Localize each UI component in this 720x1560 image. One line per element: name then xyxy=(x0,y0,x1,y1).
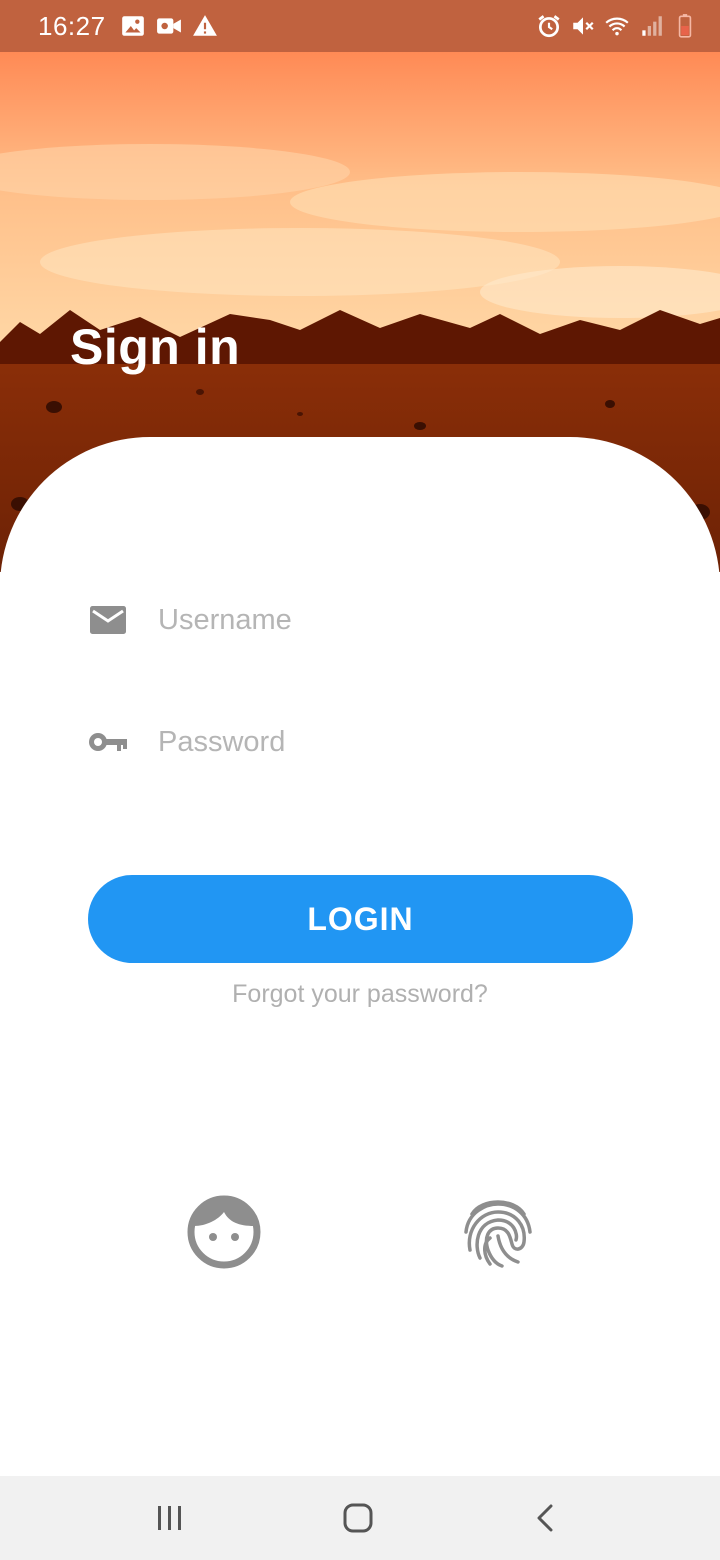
mail-icon xyxy=(88,600,128,640)
username-field xyxy=(88,590,634,650)
image-icon xyxy=(121,16,144,36)
battery-icon xyxy=(678,14,692,38)
login-button[interactable]: LOGIN xyxy=(88,875,633,963)
password-input[interactable] xyxy=(158,725,618,759)
alarm-icon xyxy=(538,15,560,38)
password-field xyxy=(88,712,634,772)
key-icon xyxy=(88,722,128,762)
wifi-icon xyxy=(605,17,629,36)
video-icon xyxy=(156,18,181,34)
signal-icon xyxy=(642,16,662,36)
forgot-password-link[interactable]: Forgot your password? xyxy=(0,980,720,1009)
home-icon[interactable] xyxy=(338,1498,378,1538)
status-bar: 16:27 xyxy=(0,0,720,52)
warning-icon xyxy=(192,15,217,36)
mute-icon xyxy=(573,17,594,35)
back-icon[interactable] xyxy=(526,1498,566,1538)
status-time: 16:27 xyxy=(38,10,106,41)
navigation-bar xyxy=(0,1476,720,1560)
page-title: Sign in xyxy=(70,319,241,375)
face-icon[interactable] xyxy=(184,1192,264,1272)
recent-apps-icon[interactable] xyxy=(150,1498,190,1538)
fingerprint-icon[interactable] xyxy=(458,1192,538,1272)
username-input[interactable] xyxy=(158,603,618,637)
